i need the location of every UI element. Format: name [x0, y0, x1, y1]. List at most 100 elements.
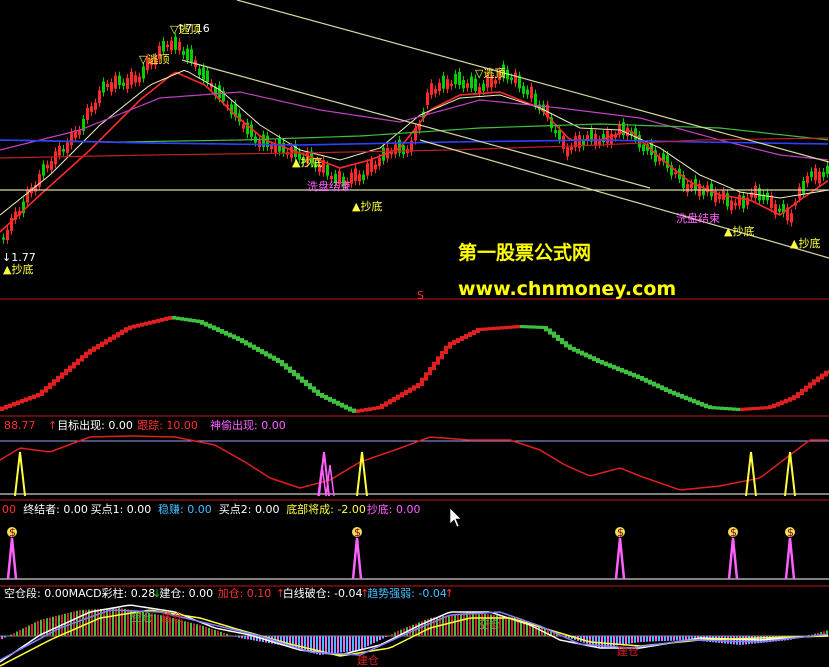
- trend-step: [32, 394, 36, 399]
- candle: [330, 175, 333, 180]
- indicator-label: 神偷出现: 0.00: [210, 418, 286, 432]
- macd-annotation: 空仓: [131, 610, 153, 624]
- trend-step: [528, 325, 532, 329]
- trend-step: [156, 318, 160, 323]
- macd-panel[interactable]: 空仓段: 0.00 MACD彩柱: 0.28↓建仓: 0.00 加仓: 0.10 ↑白…: [0, 586, 829, 667]
- trend-step: [180, 317, 184, 321]
- trend-step: [324, 394, 328, 400]
- candle: [198, 68, 201, 76]
- trend-step: [348, 406, 352, 412]
- candle: [170, 40, 173, 51]
- trend-step: [460, 336, 464, 341]
- trend-step: [636, 374, 640, 379]
- dollar-marker: $: [730, 526, 737, 539]
- trend-step: [176, 316, 180, 321]
- trend-step: [632, 372, 636, 378]
- trend-step: [568, 344, 572, 350]
- trend-step: [88, 348, 92, 355]
- trend-step: [184, 317, 188, 322]
- trend-step: [12, 402, 16, 407]
- trend-step: [80, 355, 84, 362]
- trend-step: [424, 372, 428, 381]
- trend-step: [824, 370, 828, 377]
- candle: [326, 164, 329, 176]
- trend-step: [204, 321, 208, 327]
- macd-annotation: 建仓: [617, 644, 639, 658]
- macd-label: 建仓: 0.00: [159, 586, 213, 600]
- trend-step: [320, 393, 324, 398]
- trend-step: [388, 399, 392, 405]
- trend-step: [724, 406, 728, 411]
- trend-step: [648, 379, 652, 385]
- trend-panel[interactable]: [0, 316, 829, 413]
- trend-step: [116, 332, 120, 338]
- main-price-panel[interactable]: ↑7.16↓1.77▽逃顶▽逃顶▽逃顶▲抄底▲抄底▲抄底▲抄底▲抄底洗盘结束洗盘…: [0, 0, 829, 587]
- trend-step: [656, 383, 660, 389]
- candle: [362, 174, 365, 181]
- trend-step: [84, 351, 88, 359]
- trend-step: [404, 389, 408, 396]
- trend-step: [56, 375, 60, 383]
- trend-step: [352, 408, 356, 413]
- trend-step: [796, 392, 800, 399]
- trend-step: [468, 332, 472, 337]
- trend-step: [328, 396, 332, 402]
- trend-step: [232, 334, 236, 340]
- candle: [814, 168, 817, 181]
- trend-step: [396, 394, 400, 400]
- ma-purple: [0, 91, 829, 161]
- signal-panel[interactable]: 88.77 ↑ 目标出现: 0.00 跟踪: 10.00 神偷出现: 0.00: [0, 418, 829, 497]
- trend-step: [368, 407, 372, 411]
- candle: [366, 163, 369, 176]
- candle: [98, 90, 101, 104]
- trend-step: [372, 406, 376, 411]
- signal-annotation: 洗盘结束: [676, 211, 720, 225]
- trend-step: [280, 360, 284, 367]
- trend-step: [252, 344, 256, 350]
- indicator-label: 跟踪: 10.00: [137, 418, 198, 432]
- candle: [134, 75, 137, 83]
- trend-step: [192, 318, 196, 323]
- trend-step: [536, 325, 540, 329]
- signal-annotation: ▲抄底: [3, 262, 33, 276]
- trend-step: [208, 323, 212, 329]
- candle: [434, 89, 437, 94]
- candle: [514, 72, 517, 84]
- trend-step: [532, 325, 536, 329]
- buy-point-panel[interactable]: 00 终结者: 0.00 买点1: 0.00 稳赚: 0.00 买点2: 0.00 底部将…: [0, 502, 829, 580]
- indicator-label: ↑: [48, 419, 57, 432]
- trend-step: [68, 365, 72, 372]
- trend-step: [792, 395, 796, 401]
- buy-spike: [784, 537, 796, 580]
- indicator-label: 底部将成: -2.00: [286, 502, 366, 516]
- trend-step: [684, 395, 688, 401]
- trend-step: [444, 345, 448, 354]
- trend-step: [688, 397, 692, 402]
- candle: [806, 176, 809, 184]
- candle: [50, 161, 53, 170]
- trend-step: [40, 389, 44, 396]
- candle: [190, 49, 193, 62]
- candle: [510, 77, 513, 81]
- trend-step: [248, 342, 252, 348]
- stock-chart[interactable]: ↑7.16↓1.77▽逃顶▽逃顶▽逃顶▲抄底▲抄底▲抄底▲抄底▲抄底洗盘结束洗盘…: [0, 0, 829, 667]
- candle: [174, 36, 177, 50]
- trend-step: [20, 399, 24, 404]
- candle: [430, 83, 433, 95]
- candle: [370, 160, 373, 172]
- trend-step: [152, 319, 156, 324]
- trend-step: [92, 346, 96, 352]
- trend-step: [440, 351, 444, 360]
- trend-step: [28, 396, 32, 401]
- signal-annotation: ▽逃顶: [139, 53, 169, 66]
- watermark-title: 第一股票公式网: [458, 241, 591, 264]
- signal-annotation: ▲抄底: [292, 155, 322, 169]
- candle: [478, 87, 481, 94]
- trend-step: [48, 382, 52, 390]
- trend-step: [820, 373, 824, 380]
- trend-step: [360, 408, 364, 413]
- candle: [138, 76, 141, 83]
- candle: [206, 70, 209, 83]
- candle: [494, 80, 497, 84]
- trend-step: [308, 383, 312, 390]
